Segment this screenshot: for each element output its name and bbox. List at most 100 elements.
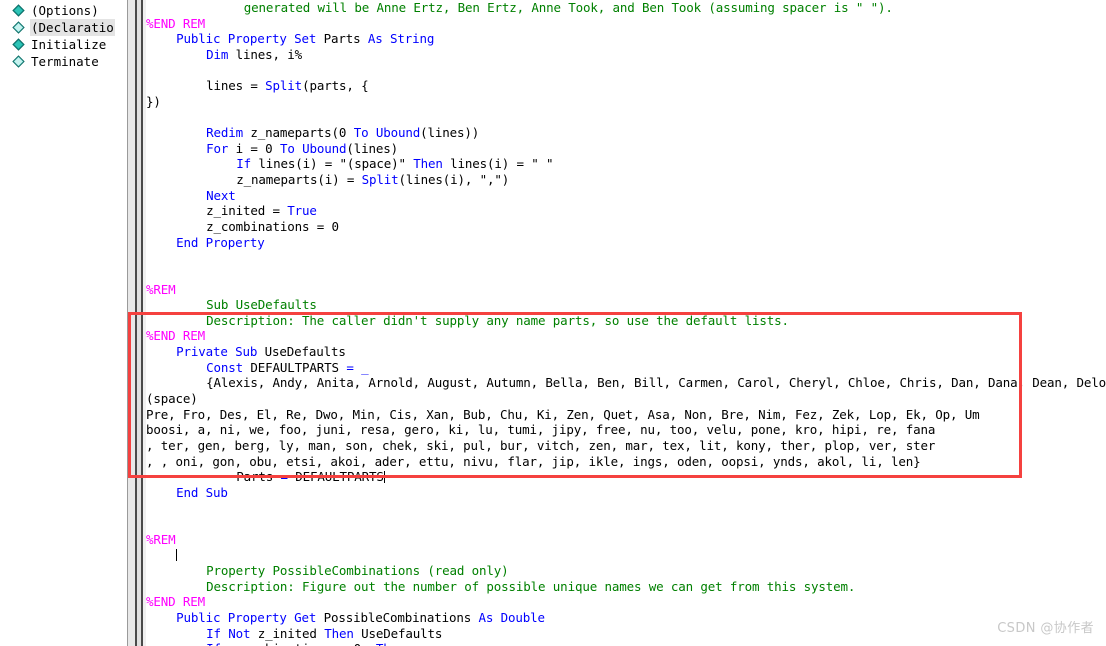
code-token: Dim [206,46,236,62]
code-token: Public Property Get [176,609,324,625]
sidebar-item-initialize[interactable]: Initialize [6,36,127,53]
code-line[interactable]: Description: Figure out the number of po… [146,579,1106,595]
code-line[interactable]: %REM [146,532,1106,548]
sidebar-item-label: (Declaratio [30,19,115,36]
code-token: Const [206,359,251,375]
code-token: (lines) [346,140,398,156]
code-line[interactable] [146,63,1106,79]
code-line[interactable]: Sub UseDefaults [146,297,1106,313]
splitter-trough-left [128,0,135,646]
code-line[interactable] [146,109,1106,125]
code-line[interactable]: %END REM [146,594,1106,610]
code-line[interactable]: boosi, a, ni, we, foo, juni, resa, gero,… [146,422,1106,438]
code-token: %REM [146,531,176,547]
code-line[interactable]: Public Property Get PossibleCombinations… [146,610,1106,626]
sidebar-item-declarations[interactable]: (Declaratio [6,19,127,36]
code-token: (lines)) [420,125,480,141]
text-caret [176,549,178,562]
code-token: DEFAULTPARTS [295,469,384,485]
code-line[interactable]: , ter, gen, berg, ly, man, son, chek, sk… [146,438,1106,454]
code-token: %END REM [146,594,206,610]
code-line[interactable] [146,501,1106,517]
code-token: End Property [176,234,265,250]
code-line[interactable]: If lines(i) = "(space)" Then lines(i) = … [146,156,1106,172]
code-text[interactable]: generated will be Anne Ertz, Ben Ertz, A… [146,0,1106,646]
code-token: %END REM [146,328,206,344]
code-token: Then [413,156,451,172]
code-line[interactable]: Pre, Fro, Des, El, Re, Dwo, Min, Cis, Xa… [146,407,1106,423]
code-line[interactable]: Parts = DEFAULTPARTS [146,469,1106,485]
code-line[interactable]: Description: The caller didn't supply an… [146,313,1106,329]
code-line[interactable]: Next [146,188,1106,204]
code-line[interactable]: If Not z_inited Then UseDefaults [146,626,1106,642]
code-line[interactable]: Private Sub UseDefaults [146,344,1106,360]
code-token: {Alexis, Andy, Anita, Arnold, August, Au… [206,375,1106,391]
code-token: If Not [206,625,258,641]
code-token: To Ubound [353,125,421,141]
text-caret [383,471,385,484]
code-line[interactable]: , , oni, gon, obu, etsi, akoi, ader, ett… [146,454,1106,470]
code-token: To Ubound [279,140,347,156]
code-token: z_inited = [206,203,288,219]
code-token: = _ [346,359,369,375]
code-token: DEFAULTPARTS [250,359,347,375]
code-line[interactable]: lines = Split(parts, { [146,78,1106,94]
code-token: , , oni, gon, obu, etsi, akoi, ader, ett… [146,453,921,469]
code-token: Private Sub [176,344,265,360]
code-line[interactable]: %REM [146,282,1106,298]
code-line[interactable] [146,547,1106,563]
code-token: Description: Figure out the number of po… [206,578,856,594]
code-line[interactable]: generated will be Anne Ertz, Ben Ertz, A… [146,0,1106,16]
code-line[interactable]: End Sub [146,485,1106,501]
code-line[interactable]: If z_combinations = 0. Then [146,641,1106,646]
code-line[interactable] [146,266,1106,282]
code-line[interactable] [146,516,1106,532]
code-token: %END REM [146,15,206,31]
code-editor[interactable]: generated will be Anne Ertz, Ben Ertz, A… [146,0,1106,646]
code-line[interactable]: Dim lines, i% [146,47,1106,63]
sidebar-item-options[interactable]: (Options) [6,2,127,19]
code-token: z_nameparts(i) = [236,172,362,188]
code-token: Split [265,78,303,94]
script-diamond-icon [12,55,25,68]
code-token: UseDefaults [361,625,443,641]
code-line[interactable]: z_inited = True [146,203,1106,219]
code-token: (parts, { [302,78,369,94]
code-line[interactable]: {Alexis, Andy, Anita, Arnold, August, Au… [146,375,1106,391]
code-token: Sub UseDefaults [206,297,317,313]
code-token: PossibleCombinations [323,609,479,625]
code-line[interactable]: Redim z_nameparts(0 To Ubound(lines)) [146,125,1106,141]
script-diamond-icon [12,4,25,17]
splitter-bar-right [141,0,143,646]
code-line[interactable]: }) [146,94,1106,110]
sidebar-item-label: Initialize [31,37,107,52]
code-line[interactable]: Property PossibleCombinations (read only… [146,563,1106,579]
code-token: Pre, Fro, Des, El, Re, Dwo, Min, Cis, Xa… [146,406,980,422]
code-line[interactable] [146,250,1106,266]
code-token: (space) [146,391,198,407]
sidebar-item-label: Terminate [31,54,99,69]
code-token: Parts [323,31,368,47]
code-token: Redim [206,125,251,141]
script-diamond-icon [12,21,25,34]
code-line[interactable]: Const DEFAULTPARTS = _ [146,360,1106,376]
code-token: For [206,140,236,156]
code-line[interactable]: End Property [146,235,1106,251]
code-token: z_nameparts(0 [250,125,354,141]
sidebar-item-terminate[interactable]: Terminate [6,53,127,70]
code-line[interactable]: (space) [146,391,1106,407]
code-token: Then [376,641,406,646]
code-token: Parts [236,469,281,485]
code-token: z_combinations = 0. [228,641,376,646]
code-token: lines, i% [235,46,303,62]
code-token: lines = [206,78,266,94]
code-line[interactable]: z_combinations = 0 [146,219,1106,235]
code-line[interactable]: For i = 0 To Ubound(lines) [146,141,1106,157]
code-line[interactable]: %END REM [146,16,1106,32]
code-line[interactable]: z_nameparts(i) = Split(lines(i), ",") [146,172,1106,188]
code-line[interactable]: %END REM [146,328,1106,344]
code-token: If [236,156,259,172]
code-token: %REM [146,281,176,297]
panel-splitter[interactable] [128,0,146,646]
code-line[interactable]: Public Property Set Parts As String [146,31,1106,47]
